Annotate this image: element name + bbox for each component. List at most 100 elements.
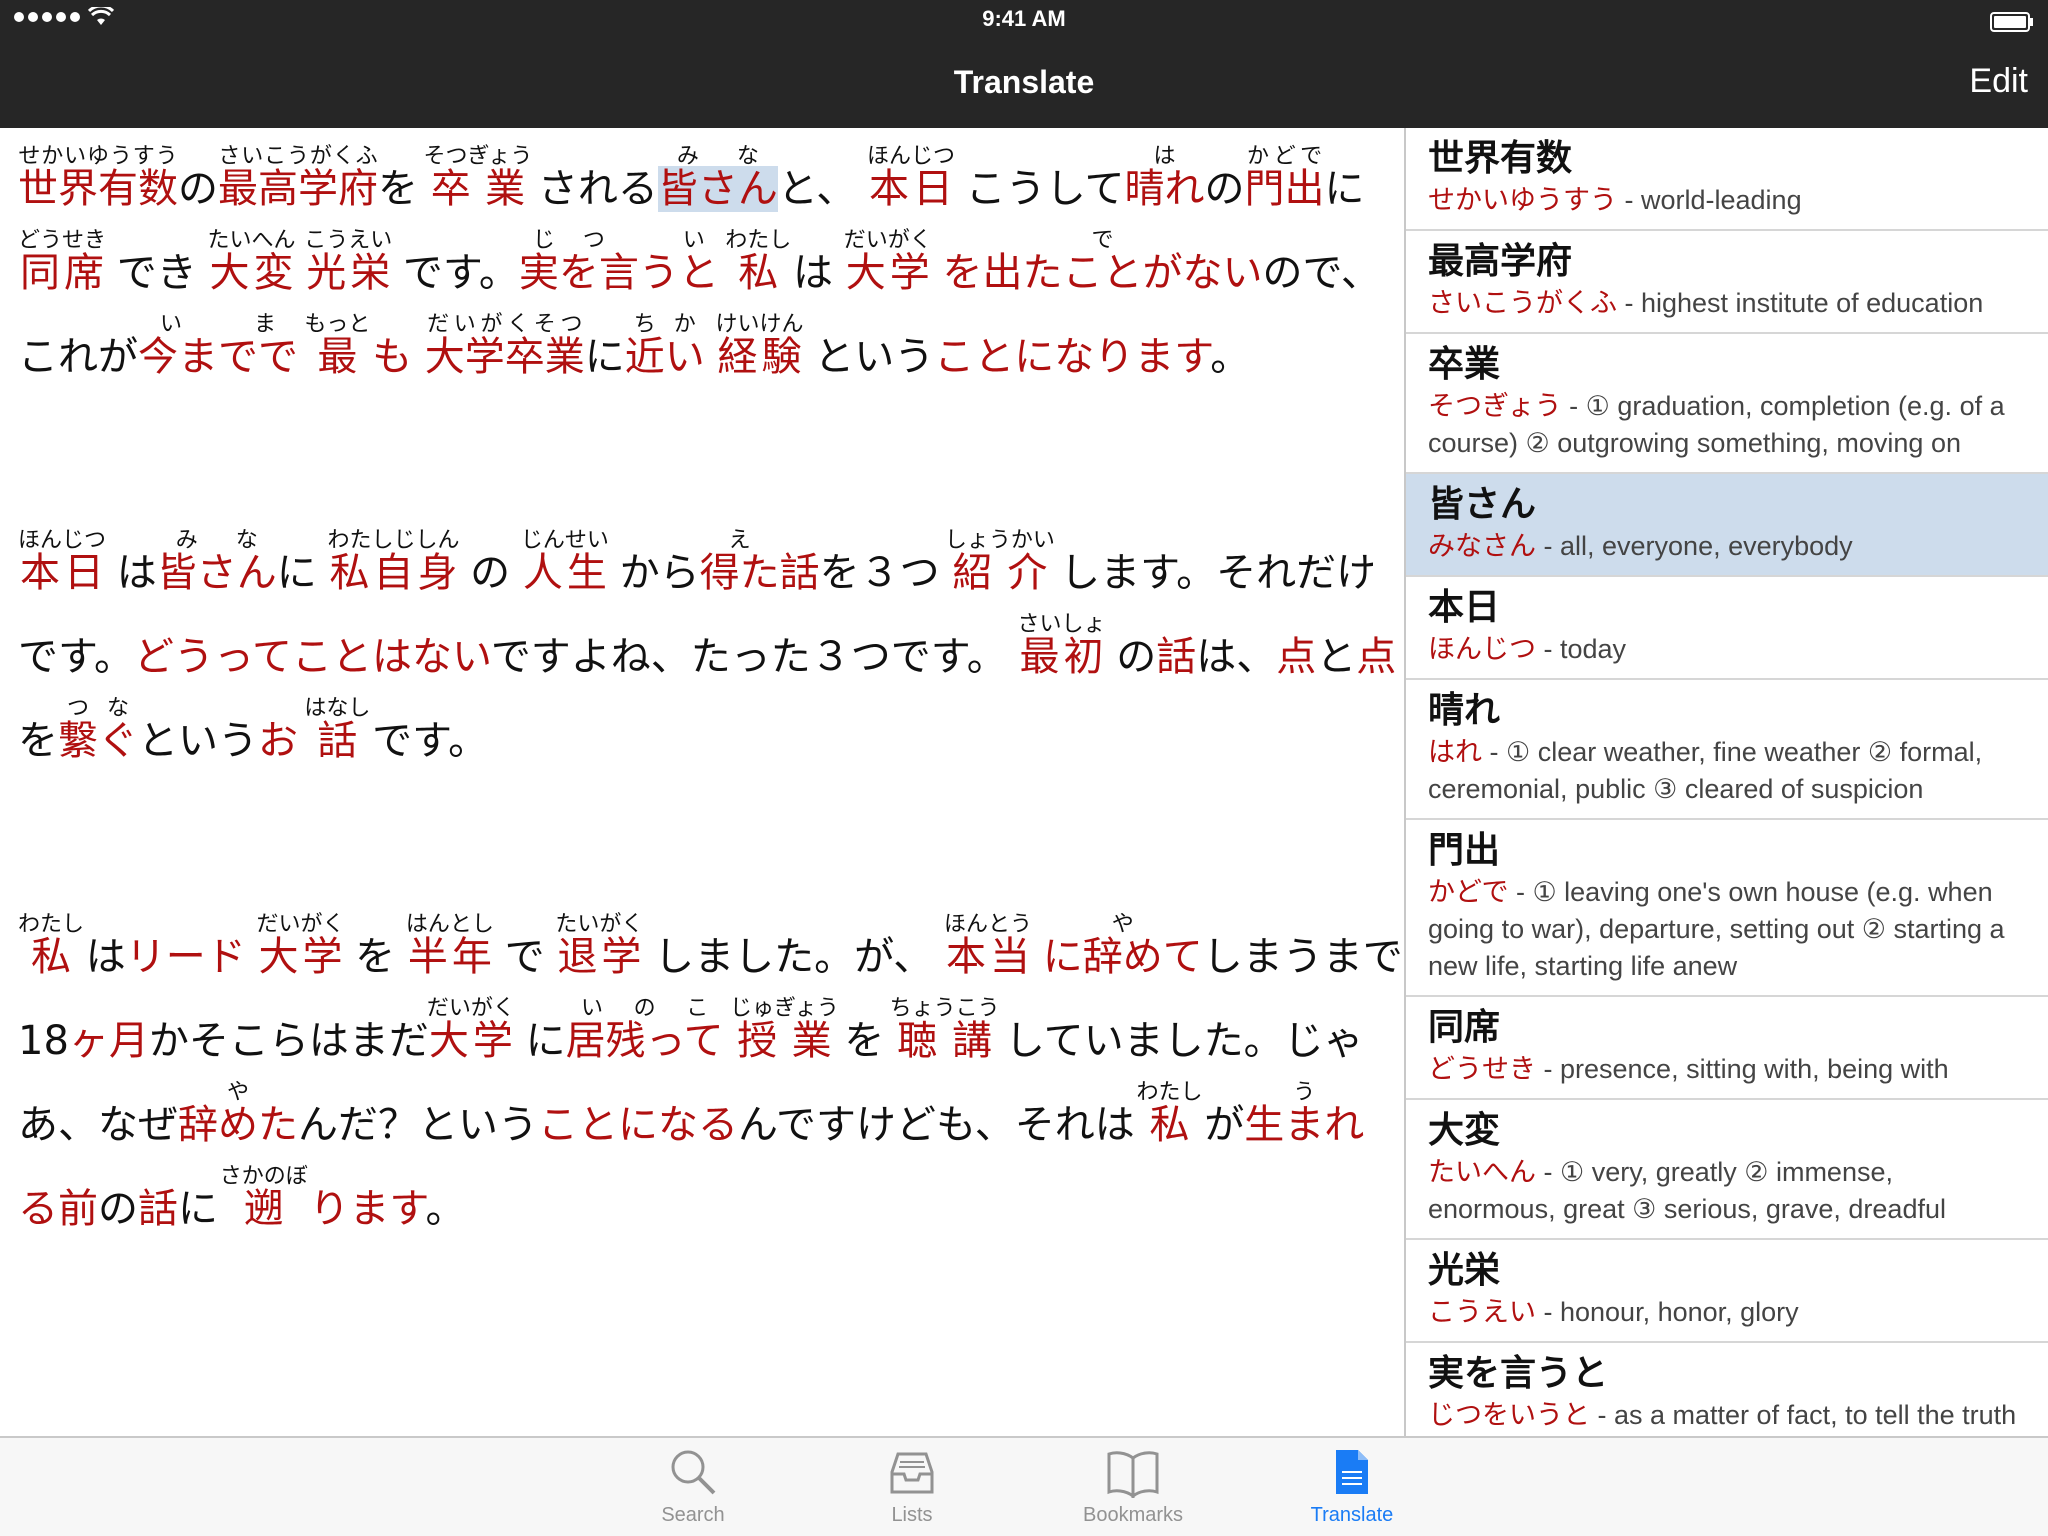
dictionary-word[interactable]: 私わたし bbox=[1137, 1080, 1203, 1148]
token-text: 本日 bbox=[867, 166, 956, 212]
definition-entry[interactable]: 卒業 そつぎょう - ① graduation, completion (e.g.… bbox=[1406, 334, 2048, 474]
dictionary-word[interactable]: 経験けいけん bbox=[716, 312, 804, 380]
dictionary-word[interactable]: 点 bbox=[1356, 634, 1396, 680]
dictionary-word[interactable]: 大学だいがく bbox=[256, 912, 344, 980]
dictionary-word[interactable]: 前 bbox=[58, 1186, 98, 1232]
dictionary-word[interactable]: 話 bbox=[1156, 634, 1196, 680]
tab-search[interactable]: Search bbox=[603, 1446, 783, 1527]
definition-entry[interactable]: 本日 ほんじつ - today bbox=[1406, 577, 2048, 680]
entry-reading: はれ bbox=[1428, 737, 1482, 768]
definition-entry[interactable]: 世界有数 せかいゆうすう - world-leading bbox=[1406, 128, 2048, 231]
entry-definition: どうせき - presence, sitting with, being wit… bbox=[1428, 1051, 2024, 1088]
definition-entry[interactable]: 皆さん みなさん - all, everyone, everybody bbox=[1406, 474, 2048, 577]
definition-entry[interactable]: 門出 かどで - ① leaving one's own house (e.g. … bbox=[1406, 820, 2048, 997]
definition-entry[interactable]: 光栄 こうえい - honour, honor, glory bbox=[1406, 1240, 2048, 1343]
plain-text: に bbox=[512, 1018, 566, 1064]
tab-lists[interactable]: Lists bbox=[822, 1446, 1002, 1527]
dictionary-word[interactable]: る bbox=[18, 1186, 58, 1232]
definition-entry[interactable]: 晴れ はれ - ① clear weather, fine weather ② f… bbox=[1406, 680, 2048, 820]
dictionary-word[interactable]: 人生じんせい bbox=[520, 528, 609, 596]
dictionary-word[interactable]: お bbox=[258, 718, 298, 764]
dictionary-word[interactable]: 世界有数せかいゆうすう bbox=[18, 144, 178, 212]
dictionary-word[interactable]: 最もっと bbox=[304, 312, 370, 380]
dictionary-word[interactable]: 大学だいがく bbox=[844, 228, 932, 296]
dictionary-word[interactable]: 本日ほんじつ bbox=[18, 528, 106, 596]
plain-text: です。 bbox=[390, 250, 519, 296]
entry-word: 本日 bbox=[1428, 587, 1501, 628]
plain-text: です。 bbox=[359, 718, 489, 764]
dictionary-word[interactable]: 本日ほんじつ bbox=[867, 144, 956, 212]
annotated-text-pane[interactable]: 世界有数せかいゆうすうの最高学府さいこうがくふを 卒業そつぎょう される皆さんみ… bbox=[0, 128, 1404, 1436]
furigana: せかいゆうすう bbox=[18, 144, 178, 169]
dictionary-word[interactable]: 話 bbox=[138, 1186, 178, 1232]
dictionary-word[interactable]: ります bbox=[297, 1186, 425, 1232]
dictionary-word[interactable]: 光栄こうえい bbox=[304, 228, 392, 296]
dictionary-word[interactable]: 私自身わたしじしん bbox=[327, 528, 459, 596]
entry-word: 世界有数 bbox=[1428, 138, 1573, 179]
dictionary-word[interactable]: 授業じゅぎょう bbox=[730, 996, 839, 1064]
plain-text bbox=[930, 250, 943, 296]
dictionary-word[interactable]: 半年はんとし bbox=[406, 912, 494, 980]
dictionary-word[interactable]: 最初さいしょ bbox=[1018, 612, 1106, 680]
dictionary-word[interactable]: 点 bbox=[1276, 634, 1316, 680]
dictionary-word[interactable]: 皆さんみな bbox=[157, 528, 277, 596]
dictionary-word[interactable]: 大変たいへん bbox=[207, 228, 295, 296]
dictionary-word[interactable]: ヶ月 bbox=[69, 1018, 149, 1064]
dictionary-word[interactable]: 得たえ bbox=[700, 528, 780, 596]
definition-entry[interactable]: 同席 どうせき - presence, sitting with, being w… bbox=[1406, 997, 2048, 1100]
dictionary-word[interactable]: 晴れは bbox=[1125, 144, 1205, 212]
dictionary-word[interactable]: 辞めたや bbox=[178, 1080, 298, 1148]
dictionary-word[interactable]: 今まででいま bbox=[138, 312, 298, 380]
dictionary-word[interactable]: 退学たいがく bbox=[555, 912, 643, 980]
definition-entry[interactable]: 最高学府 さいこうがくふ - highest institute of educa… bbox=[1406, 231, 2048, 334]
dictionary-word[interactable]: 紹介しょうかい bbox=[945, 528, 1055, 596]
definition-entry[interactable]: 実を言うと じつをいうと - as a matter of fact, to te… bbox=[1406, 1343, 2048, 1436]
dictionary-word[interactable]: 門出かどで bbox=[1245, 144, 1325, 212]
dictionary-word[interactable]: 私わたし bbox=[725, 228, 791, 296]
edit-button[interactable]: Edit bbox=[1969, 62, 2028, 101]
dictionary-word[interactable]: 私わたし bbox=[18, 912, 84, 980]
plain-text: しました。が、 bbox=[641, 934, 946, 980]
dictionary-word[interactable]: 居残っていのこ bbox=[566, 996, 724, 1064]
selected-word[interactable]: 皆さんみな bbox=[657, 144, 778, 212]
entry-definition: じつをいうと - as a matter of fact, to tell th… bbox=[1428, 1397, 2024, 1434]
token-text: 人生 bbox=[520, 550, 609, 596]
dictionary-word[interactable]: 話 bbox=[780, 550, 820, 596]
word-definition-list[interactable]: 世界有数 せかいゆうすう - world-leading 最高学府 さいこうがくふ -… bbox=[1406, 128, 2048, 1436]
battery-icon bbox=[1990, 12, 2033, 32]
dictionary-word[interactable]: も bbox=[359, 334, 424, 380]
dictionary-word[interactable]: 最高学府さいこうがくふ bbox=[218, 144, 378, 212]
token-text: 遡 bbox=[219, 1186, 308, 1232]
plain-text: を３つ bbox=[819, 550, 953, 596]
dictionary-word[interactable]: に辞めてや bbox=[1043, 912, 1203, 980]
dictionary-word[interactable]: 大学卒業だいがくそつ bbox=[425, 312, 585, 380]
dictionary-word[interactable]: ことになります bbox=[934, 334, 1210, 380]
plain-text: します。それだけ bbox=[1047, 550, 1377, 596]
dictionary-word[interactable]: どうってことはない bbox=[134, 634, 491, 680]
dictionary-word[interactable]: 本当ほんとう bbox=[944, 912, 1032, 980]
definition-entry[interactable]: 大変 たいへん - ① very, greatly ② immense, enor… bbox=[1406, 1100, 2048, 1240]
plain-text: これが bbox=[18, 334, 138, 380]
dictionary-word[interactable]: 繋ぐつな bbox=[58, 696, 138, 764]
dictionary-word[interactable]: 同席どうせき bbox=[18, 228, 106, 296]
dictionary-word[interactable]: リード bbox=[126, 934, 246, 980]
dictionary-word[interactable]: を出たことがないで bbox=[942, 228, 1262, 296]
furigana: や bbox=[178, 1080, 298, 1105]
entry-reading: どうせき bbox=[1428, 1054, 1536, 1085]
dictionary-word[interactable]: 近いちか bbox=[624, 312, 705, 380]
furigana: たいへん bbox=[207, 228, 296, 253]
furigana: え bbox=[699, 528, 780, 553]
dictionary-word[interactable]: 聴講ちょうこう bbox=[890, 996, 1000, 1064]
tab-translate[interactable]: Translate bbox=[1262, 1446, 1442, 1527]
token-text: 近い bbox=[624, 334, 705, 380]
dictionary-word[interactable]: 遡さかのぼ bbox=[220, 1164, 308, 1232]
tab-bookmarks[interactable]: Bookmarks bbox=[1043, 1446, 1223, 1527]
entry-reading: かどで bbox=[1428, 877, 1509, 908]
dictionary-word[interactable]: 卒業そつぎょう bbox=[424, 144, 533, 212]
dictionary-word[interactable]: 生まれう bbox=[1244, 1080, 1364, 1148]
dictionary-word[interactable]: 実を言うとじつ い bbox=[519, 228, 719, 296]
dictionary-word[interactable]: 大学だいがく bbox=[427, 996, 515, 1064]
dictionary-word[interactable]: 話はなし bbox=[304, 696, 370, 764]
text-line: 本日ほんじつ は皆さんみなに 私自身わたしじしん の 人生じんせい から得たえ話… bbox=[18, 528, 1404, 612]
dictionary-word[interactable]: ことになる bbox=[538, 1102, 738, 1148]
